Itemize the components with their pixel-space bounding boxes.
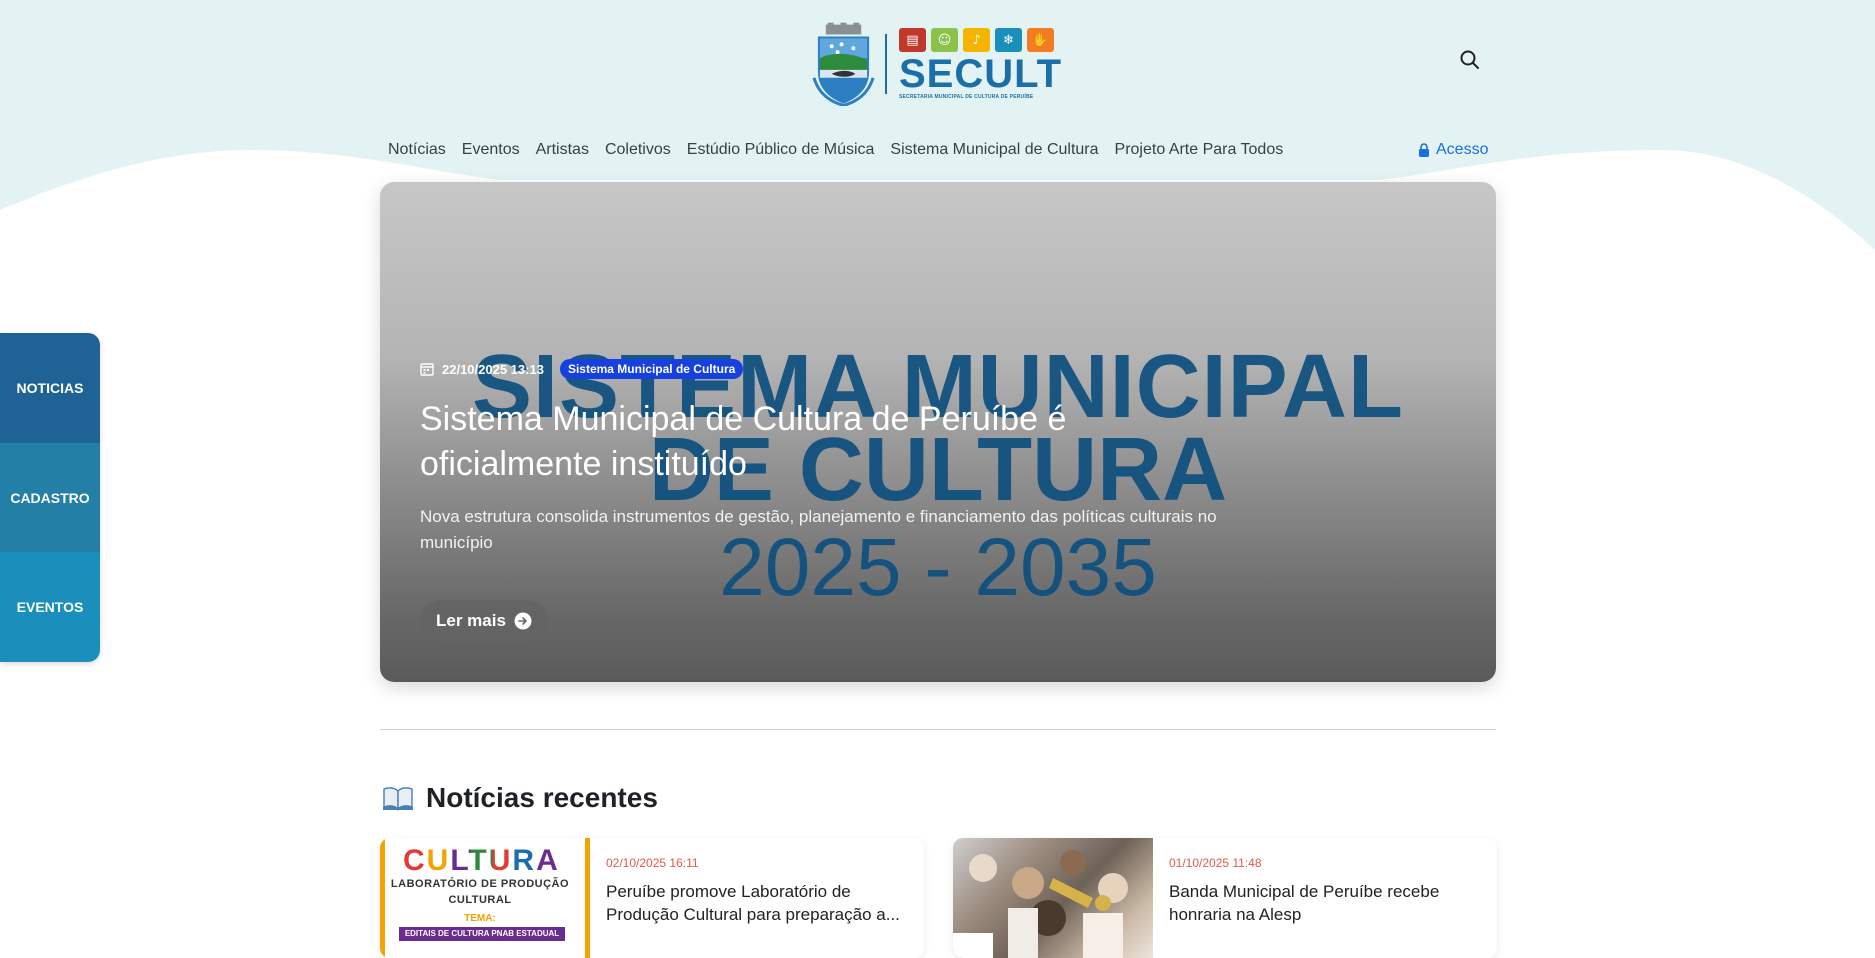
brand-block: ▤ ☺ ♪ ❄ ✋ SECULT SECRETARIA MUNICIPAL DE… [898, 28, 1062, 100]
login-link[interactable]: Acesso [1418, 138, 1488, 162]
thumb-word: CULTURA [403, 844, 560, 877]
section-divider [380, 729, 1496, 730]
news-card-image [953, 838, 1153, 958]
read-more-button[interactable]: Ler mais [420, 600, 548, 642]
thumb-tema: TEMA: [464, 913, 496, 924]
hero-category-badge[interactable]: Sistema Municipal de Cultura [559, 359, 744, 379]
news-card-image: CULTURA LABORATÓRIO DE PRODUÇÃO CULTURAL… [380, 838, 590, 958]
nav-item-artistas[interactable]: Artistas [528, 138, 597, 162]
search-icon[interactable] [1458, 48, 1482, 72]
section-title: Notícias recentes [426, 782, 658, 813]
band-photo [953, 850, 1128, 958]
book-icon: ▤ [898, 28, 926, 52]
side-tab-cadastro[interactable]: CADASTRO [0, 443, 100, 552]
lock-icon [1419, 142, 1429, 157]
nav-item-noticias[interactable]: Notícias [380, 138, 454, 162]
news-card-date: 02/10/2025 16:11 [606, 856, 699, 870]
logo-divider [885, 34, 887, 94]
thumb-line: LABORATÓRIO DE PRODUÇÃO [390, 878, 570, 890]
read-more-label: Ler mais [436, 611, 506, 630]
news-card-body: 02/10/2025 16:11 Peruíbe promove Laborat… [590, 838, 924, 958]
login-label: Acesso [1436, 141, 1489, 158]
city-crest-icon [812, 22, 875, 106]
hero-description: Nova estrutura consolida instrumentos de… [420, 507, 1217, 552]
brand-icon-row: ▤ ☺ ♪ ❄ ✋ [898, 28, 1062, 52]
site-logo[interactable]: ▤ ☺ ♪ ❄ ✋ SECULT SECRETARIA MUNICIPAL DE… [812, 22, 1062, 106]
recent-news-heading: Notícias recentes [382, 780, 658, 816]
main-nav: Notícias Eventos Artistas Coletivos Estú… [380, 138, 1291, 162]
arrow-right-circle-icon [514, 612, 532, 630]
nav-item-coletivos[interactable]: Coletivos [597, 138, 679, 162]
news-card[interactable]: 01/10/2025 11:48 Banda Municipal de Peru… [953, 838, 1497, 958]
open-book-icon [383, 787, 413, 811]
hero-title[interactable]: Sistema Municipal de Cultura de Peruíbe … [420, 397, 1180, 487]
brand-subtitle: SECRETARIA MUNICIPAL DE CULTURA DE PERUÍ… [898, 94, 1034, 100]
news-card-title[interactable]: Peruíbe promove Laboratório de Produção … [606, 880, 916, 926]
nav-item-eventos[interactable]: Eventos [454, 138, 528, 162]
news-card[interactable]: CULTURA LABORATÓRIO DE PRODUÇÃO CULTURAL… [380, 838, 924, 958]
thumb-line: CULTURAL [448, 894, 512, 906]
hand-icon: ✋ [1026, 28, 1054, 52]
side-tab-noticias[interactable]: NOTICIAS [0, 333, 100, 443]
news-card-title[interactable]: Banda Municipal de Peruíbe recebe honrar… [1169, 880, 1479, 926]
snowflake-icon: ❄ [994, 28, 1022, 52]
nav-item-sistema-municipal[interactable]: Sistema Municipal de Cultura [882, 138, 1106, 162]
hero-date: 22/10/2025 13:13 [442, 361, 544, 377]
news-card-body: 01/10/2025 11:48 Banda Municipal de Peru… [1153, 838, 1495, 958]
brand-name: SECULT [898, 52, 1062, 96]
thumb-band: EDITAIS DE CULTURA PNAB ESTADUAL [399, 927, 565, 941]
calendar-icon [420, 363, 434, 376]
nav-item-estudio-publico[interactable]: Estúdio Público de Música [679, 138, 883, 162]
news-card-date: 01/10/2025 11:48 [1169, 856, 1262, 870]
music-icon: ♪ [962, 28, 990, 52]
hero-meta: 22/10/2025 13:13 Sistema Municipal de Cu… [420, 359, 744, 379]
hero-banner[interactable]: SISTEMA MUNICIPAL DE CULTURA 2025 - 2035… [380, 182, 1496, 682]
side-tabs: NOTICIAS CADASTRO EVENTOS [0, 333, 100, 662]
side-tab-eventos[interactable]: EVENTOS [0, 552, 100, 662]
nav-item-arte-para-todos[interactable]: Projeto Arte Para Todos [1107, 138, 1292, 162]
masks-icon: ☺ [930, 28, 958, 52]
